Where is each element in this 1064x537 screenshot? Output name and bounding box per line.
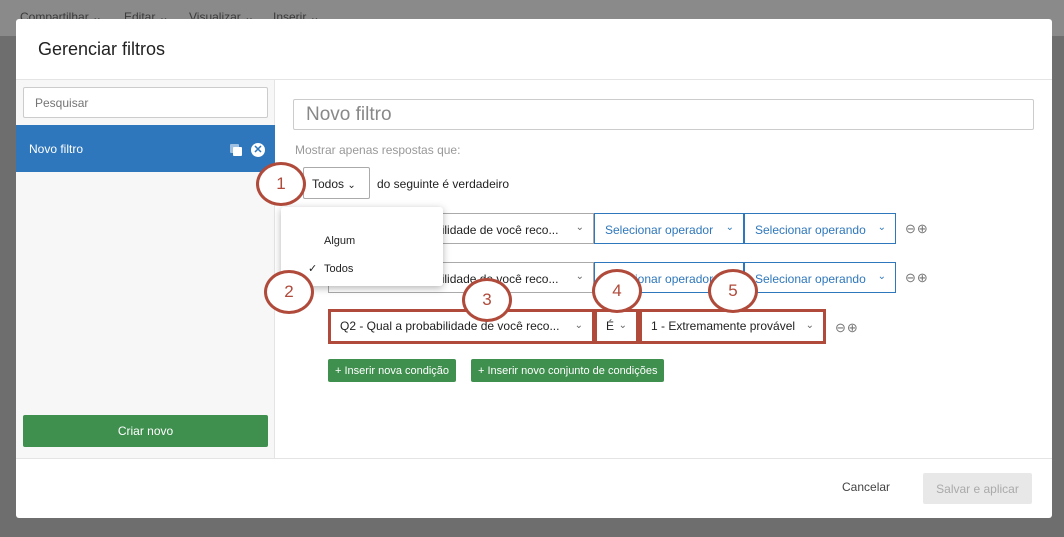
remove-add-condition-icons[interactable]: ⊖⊕: [835, 320, 859, 336]
operator-select[interactable]: É ⌄: [594, 309, 639, 344]
match-dropdown-menu: Algum ✓ Todos: [281, 207, 443, 286]
dialog-title: Gerenciar filtros: [38, 39, 166, 59]
hint-text: Mostrar apenas respostas que:: [295, 143, 461, 157]
filter-list-item[interactable]: Novo filtro ✕: [16, 125, 275, 172]
match-select[interactable]: Todos ⌄: [303, 167, 370, 199]
save-apply-button[interactable]: Salvar e aplicar: [923, 473, 1032, 504]
dialog-header: Gerenciar filtros: [16, 19, 1052, 80]
operand-select[interactable]: 1 - Extremamente provável ⌄: [639, 309, 826, 344]
create-new-button[interactable]: Criar novo: [23, 415, 268, 447]
manage-filters-dialog: Gerenciar filtros Novo filtro ✕ Criar no…: [16, 19, 1052, 518]
filter-list-panel: Novo filtro ✕ Criar novo: [16, 80, 275, 458]
filter-item-label: Novo filtro: [29, 142, 84, 156]
question-select[interactable]: Q2 - Qual a probabilidade de você reco..…: [328, 309, 595, 344]
delete-icon[interactable]: ✕: [251, 143, 265, 157]
remove-add-condition-icons[interactable]: ⊖⊕: [905, 270, 929, 286]
callout-2: 2: [264, 270, 314, 314]
cancel-button[interactable]: Cancelar: [842, 480, 890, 494]
add-condition-button[interactable]: + Inserir nova condição: [328, 359, 457, 382]
callout-3: 3: [462, 278, 512, 322]
dialog-footer: Cancelar Salvar e aplicar: [16, 458, 1052, 518]
filter-name-input[interactable]: [293, 99, 1034, 130]
search-input[interactable]: [23, 87, 268, 118]
menu-option-algum[interactable]: Algum: [324, 235, 355, 247]
add-condition-set-button[interactable]: + Inserir novo conjunto de condições: [471, 359, 665, 382]
operand-select[interactable]: Selecionar operando ⌄: [744, 213, 896, 244]
callout-5: 5: [708, 269, 758, 313]
copy-icon[interactable]: [230, 144, 242, 156]
match-suffix: do seguinte é verdadeiro: [377, 177, 510, 191]
operand-select[interactable]: Selecionar operando ⌄: [744, 262, 896, 293]
checkmark-icon: ✓: [308, 263, 318, 275]
operator-select[interactable]: Selecionar operador⌄: [594, 213, 744, 244]
callout-4: 4: [592, 269, 642, 313]
menu-option-todos[interactable]: Todos: [324, 263, 353, 275]
callout-1: 1: [256, 162, 306, 206]
remove-add-condition-icons[interactable]: ⊖⊕: [905, 221, 929, 237]
